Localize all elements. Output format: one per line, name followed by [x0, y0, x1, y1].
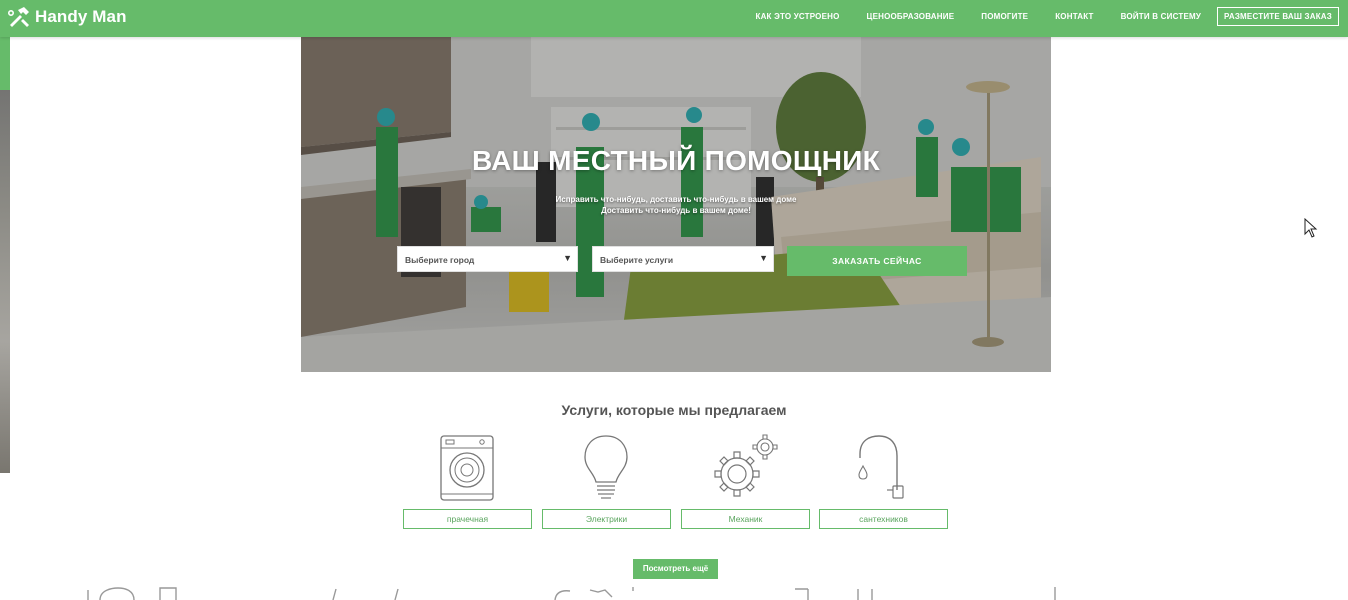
- hero-title: ВАШ МЕСТНЫЙ ПОМОЩНИК: [471, 145, 881, 176]
- nav-contact[interactable]: КОНТАКТ: [1055, 12, 1093, 21]
- page: Handy Man КАК ЭТО УСТРОЕНО ЦЕНООБРАЗОВАН…: [0, 0, 1348, 600]
- nav-how-it-works[interactable]: КАК ЭТО УСТРОЕНО: [756, 12, 840, 21]
- service-card-mechanic: Механик: [681, 432, 810, 530]
- nav-help[interactable]: ПОМОГИТЕ: [981, 12, 1028, 21]
- next-section-icons-partial: [87, 587, 1056, 600]
- order-now-button[interactable]: ЗАКАЗАТЬ СЕЙЧАС: [787, 246, 967, 276]
- faucet-icon: [858, 435, 904, 499]
- mouse-cursor-icon: [1304, 218, 1318, 238]
- city-select[interactable]: Выберите город ▼: [397, 246, 578, 272]
- service-button-electrician[interactable]: Электрики: [542, 509, 671, 529]
- background-green-edge: [0, 36, 10, 90]
- nav-pricing[interactable]: ЦЕНООБРАЗОВАНИЕ: [867, 12, 955, 21]
- light-bulb-icon: [584, 435, 628, 499]
- hero-subtitle-line-2: Доставить что-нибудь в вашем доме!: [601, 206, 751, 215]
- service-card-laundry: прачечная: [403, 432, 532, 530]
- brand-name: Handy Man: [35, 7, 127, 26]
- hammer-wrench-logo-icon: [7, 7, 29, 27]
- service-button-mechanic[interactable]: Механик: [681, 509, 810, 529]
- place-order-button[interactable]: РАЗМЕСТИТЕ ВАШ ЗАКАЗ: [1217, 7, 1339, 26]
- dropdown-arrow-icon: ▼: [759, 253, 768, 263]
- hero-subtitle: Исправить что-нибудь, доставить что-нибу…: [301, 194, 1051, 216]
- see-more-button[interactable]: Посмотреть ещё: [633, 559, 718, 579]
- service-select-value: Выберите услуги: [600, 255, 674, 265]
- service-button-plumber[interactable]: сантехников: [819, 509, 948, 529]
- logo[interactable]: Handy Man: [7, 5, 127, 29]
- hero-subtitle-line-1: Исправить что-нибудь, доставить что-нибу…: [555, 195, 797, 204]
- services-heading: Услуги, которые мы предлагаем: [561, 402, 787, 418]
- service-button-laundry[interactable]: прачечная: [403, 509, 532, 529]
- header: Handy Man КАК ЭТО УСТРОЕНО ЦЕНООБРАЗОВАН…: [0, 0, 1348, 37]
- service-card-electrician: Электрики: [542, 432, 671, 530]
- hero-banner: ВАШ МЕСТНЫЙ ПОМОЩНИК Исправить что-нибуд…: [301, 37, 1051, 372]
- nav-login[interactable]: ВОЙТИ В СИСТЕМУ: [1121, 12, 1201, 21]
- washing-machine-icon: [440, 435, 494, 501]
- service-select[interactable]: Выберите услуги ▼: [592, 246, 774, 272]
- main-nav: КАК ЭТО УСТРОЕНО ЦЕНООБРАЗОВАНИЕ ПОМОГИТ…: [729, 0, 1339, 33]
- city-select-value: Выберите город: [405, 255, 475, 265]
- dropdown-arrow-icon: ▼: [563, 253, 572, 263]
- gears-icon: [714, 434, 778, 497]
- service-card-plumber: сантехников: [819, 432, 948, 530]
